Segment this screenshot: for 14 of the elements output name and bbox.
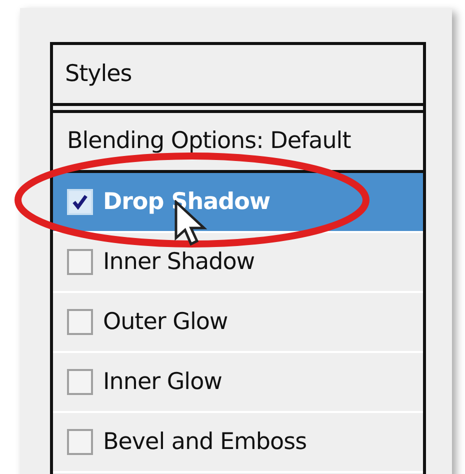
- checkbox[interactable]: [67, 249, 93, 275]
- style-list-item[interactable]: Bevel and Emboss: [53, 413, 423, 473]
- style-list-item[interactable]: Outer Glow: [53, 293, 423, 353]
- style-label: Inner Shadow: [103, 248, 255, 277]
- checkbox[interactable]: [67, 369, 93, 395]
- styles-title: Styles: [65, 60, 132, 89]
- style-label: Drop Shadow: [103, 188, 270, 217]
- checkmark-icon: [71, 193, 89, 211]
- style-list-item[interactable]: Inner Glow: [53, 353, 423, 413]
- checkbox[interactable]: [67, 309, 93, 335]
- checkbox[interactable]: [67, 429, 93, 455]
- style-label: Outer Glow: [103, 308, 228, 337]
- style-label: Inner Glow: [103, 368, 222, 397]
- style-label: Bevel and Emboss: [103, 428, 307, 457]
